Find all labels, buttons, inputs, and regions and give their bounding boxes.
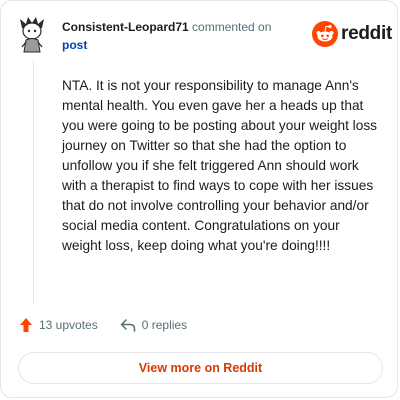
reddit-snoo-icon	[312, 21, 338, 47]
reply-count: 0 replies	[141, 318, 188, 332]
comment-body: NTA. It is not your responsibility to ma…	[62, 78, 378, 253]
comment-author[interactable]: Consistent-Leopard71	[62, 20, 189, 34]
comment-embed-card: Consistent-Leopard71 commented on post r…	[0, 0, 398, 398]
upvote-count: 13 upvotes	[39, 318, 98, 332]
comment-header: Consistent-Leopard71 commented on post	[62, 18, 302, 54]
commented-on-label: commented on	[192, 20, 272, 34]
reply-button[interactable]: 0 replies	[120, 318, 187, 332]
user-avatar-icon	[20, 17, 44, 53]
upvote-arrow-icon	[20, 318, 32, 332]
comment-actions: 13 upvotes 0 replies	[19, 317, 187, 333]
reply-arrow-icon	[120, 319, 135, 332]
view-more-button[interactable]: View more on Reddit	[18, 352, 383, 384]
upvote-button[interactable]: 13 upvotes	[19, 317, 98, 333]
reddit-wordmark: reddit	[341, 23, 392, 44]
post-link[interactable]: post	[62, 36, 302, 54]
avatar[interactable]	[17, 15, 47, 53]
reddit-brand[interactable]: reddit	[312, 21, 392, 47]
thread-line	[33, 61, 34, 304]
